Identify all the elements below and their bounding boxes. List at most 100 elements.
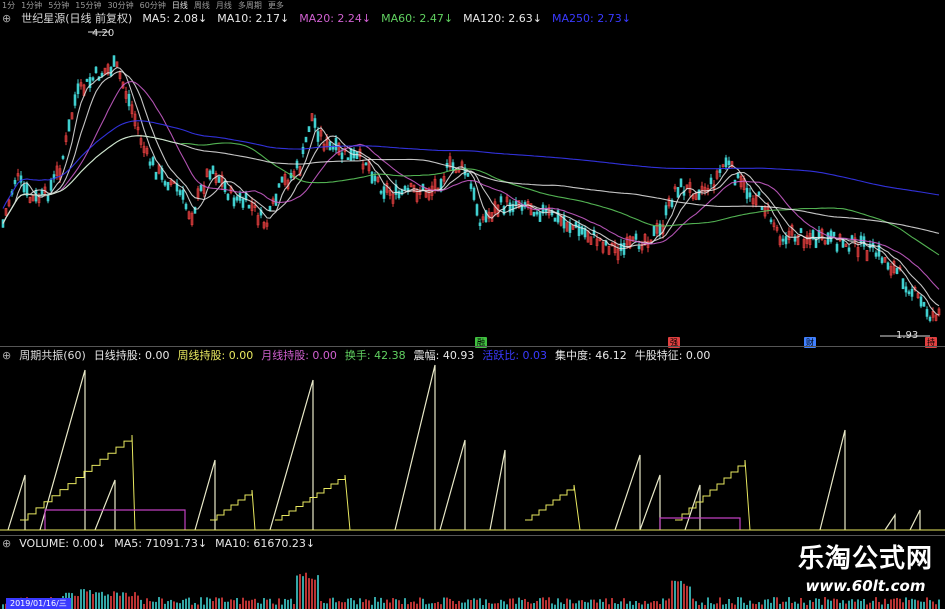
period-tab[interactable]: 更多	[268, 0, 284, 10]
volume-bar	[413, 601, 415, 609]
indicator-saw	[7, 474, 26, 531]
candle-body	[199, 184, 203, 191]
volume-bar	[392, 598, 394, 609]
volume-bar	[254, 598, 256, 609]
volume-bar	[230, 599, 232, 609]
volume-bar	[329, 598, 331, 609]
candle-body	[247, 204, 251, 209]
indicator-legend-item: 月线持股: 0.00	[261, 349, 337, 362]
period-tab[interactable]: 60分钟	[140, 0, 166, 10]
volume-bar	[377, 601, 379, 609]
date-cursor-label: 2019/01/16/三	[6, 598, 71, 609]
volume-bar	[833, 598, 835, 609]
volume-bar	[455, 603, 457, 609]
volume-legend-item: VOLUME: 0.00↓	[19, 536, 107, 550]
volume-bar	[692, 598, 694, 609]
candlestick-chart[interactable]	[0, 26, 945, 346]
volume-bar	[668, 598, 670, 609]
volume-bar	[830, 600, 832, 609]
candle-body	[166, 182, 170, 191]
indicator-legend-item: 换手: 42.38	[344, 349, 406, 362]
candle-body	[532, 211, 536, 217]
period-tab[interactable]: 1分钟	[21, 0, 42, 10]
volume-bar	[881, 604, 883, 609]
volume-bar	[476, 599, 478, 609]
indicator-settings-icon[interactable]: ⊕	[2, 349, 11, 362]
volume-bar	[890, 599, 892, 609]
volume-bar	[593, 599, 595, 609]
volume-bar	[713, 604, 715, 609]
candle-body	[538, 211, 542, 222]
indicator-chart[interactable]	[0, 362, 945, 534]
period-tab[interactable]: 日线	[172, 0, 188, 10]
volume-bar	[893, 598, 895, 609]
candle-body	[316, 131, 320, 142]
volume-bar	[785, 601, 787, 609]
indicator-legend-item: 周线持股: 0.00	[177, 349, 254, 362]
candle-body	[76, 83, 80, 95]
volume-bar	[179, 603, 181, 609]
period-tab[interactable]: 15分钟	[75, 0, 101, 10]
volume-bar	[605, 598, 607, 609]
volume-bar	[164, 603, 166, 609]
volume-bar	[680, 580, 682, 609]
volume-bar	[857, 599, 859, 609]
volume-bar	[716, 603, 718, 609]
volume-bar	[755, 604, 757, 609]
volume-bar	[704, 604, 706, 609]
volume-bar	[86, 591, 88, 609]
volume-bar	[683, 583, 685, 609]
volume-bar	[884, 598, 886, 609]
candle-body	[769, 219, 773, 223]
volume-bar	[911, 598, 913, 609]
volume-bar	[695, 601, 697, 609]
volume-bar	[335, 602, 337, 609]
volume-bar	[305, 572, 307, 609]
period-tab[interactable]: 周线	[194, 0, 210, 10]
volume-bar	[530, 603, 532, 609]
volume-bar	[116, 592, 118, 609]
period-tab[interactable]: 多周期	[238, 0, 262, 10]
volume-bar	[560, 602, 562, 609]
period-tab[interactable]: 30分钟	[107, 0, 133, 10]
period-tab[interactable]: 1分	[2, 0, 15, 10]
chart-settings-icon[interactable]: ⊕	[2, 12, 11, 25]
volume-bar	[644, 600, 646, 609]
volume-bar	[356, 604, 358, 609]
volume-bar	[497, 603, 499, 609]
candle-body	[922, 302, 926, 307]
volume-bar	[719, 597, 721, 609]
volume-bar	[587, 602, 589, 609]
volume-bar	[521, 600, 523, 609]
volume-bar	[902, 602, 904, 609]
volume-bar	[590, 599, 592, 609]
volume-bar	[239, 604, 241, 609]
volume-bar	[803, 602, 805, 609]
period-tab[interactable]: 月线	[216, 0, 232, 10]
volume-bar	[608, 604, 610, 609]
volume-bar	[407, 604, 409, 609]
volume-bar	[122, 592, 124, 609]
volume-bar	[320, 601, 322, 609]
volume-bar	[806, 604, 808, 609]
volume-bar	[344, 602, 346, 609]
candle-body	[472, 187, 476, 200]
period-tab[interactable]: 5分钟	[48, 0, 69, 10]
volume-bar	[74, 595, 76, 609]
indicator-header: ⊕ 周期共振(60) 日线持股: 0.00 周线持股: 0.00 月线持股: 0.0…	[2, 347, 710, 363]
candle-body	[13, 179, 17, 185]
volume-bar	[596, 602, 598, 609]
volume-bar	[545, 600, 547, 609]
volume-settings-icon[interactable]: ⊕	[2, 537, 11, 550]
volume-bar	[617, 603, 619, 609]
volume-bar	[326, 603, 328, 609]
indicator-name[interactable]: 周期共振(60)	[19, 347, 86, 363]
volume-bar	[539, 598, 541, 609]
volume-bar	[125, 592, 127, 609]
volume-bar	[338, 601, 340, 609]
volume-bar	[359, 598, 361, 609]
volume-bar	[242, 597, 244, 609]
stock-title[interactable]: 世纪星源(日线 前复权)	[21, 10, 132, 26]
indicator-stairs	[20, 434, 136, 531]
volume-bar	[851, 599, 853, 609]
